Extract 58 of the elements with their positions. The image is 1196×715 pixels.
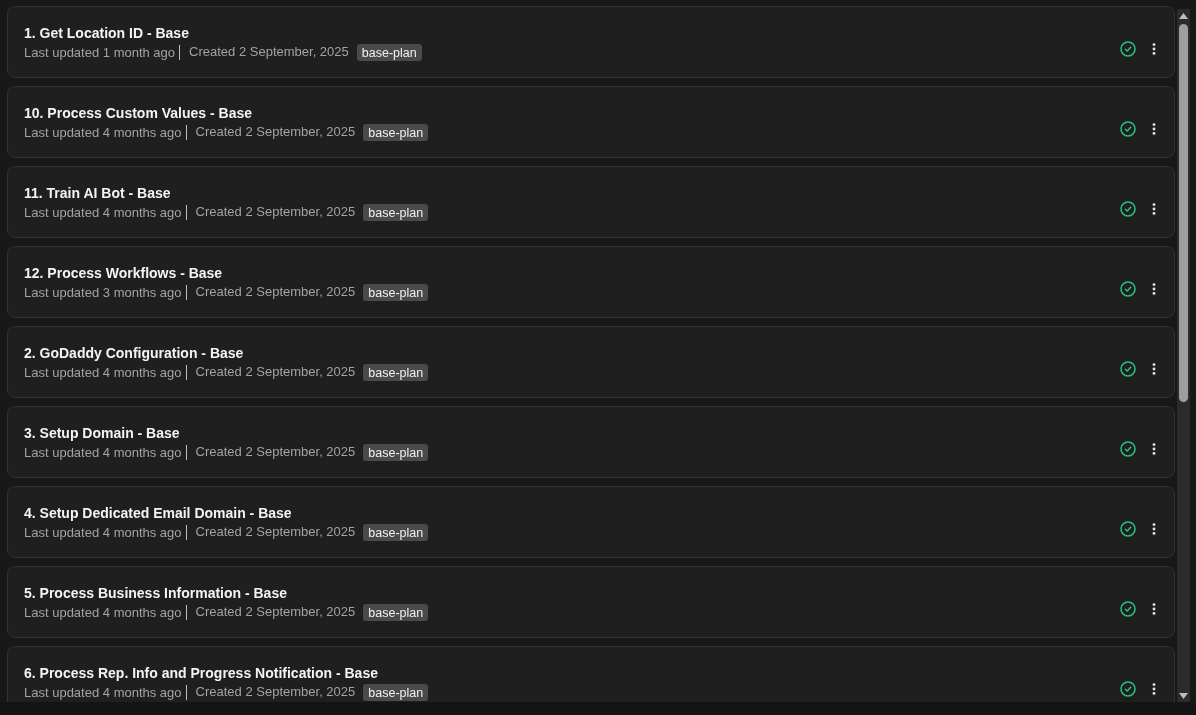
workflow-card[interactable]: 2. GoDaddy Configuration - Base Last updated 4 months ago Created 2 September, 2025 base-plan [7, 326, 1175, 398]
workflow-title: 6. Process Rep. Info and Progress Notification - Base [24, 663, 378, 682]
created-date-text: Created 2 September, 2025 [195, 684, 356, 700]
workflow-card[interactable]: 4. Setup Dedicated Email Domain - Base Last updated 4 months ago Created 2 September, 2025 base-plan [7, 486, 1175, 558]
last-updated-text: Last updated 4 months ago [24, 124, 187, 140]
tag-badge: base-plan [363, 603, 429, 621]
workflow-card[interactable]: 3. Setup Domain - Base Last updated 4 months ago Created 2 September, 2025 base-plan [7, 406, 1175, 478]
scroll-down-icon[interactable] [1179, 693, 1188, 699]
workflow-card[interactable]: 12. Process Workflows - Base Last updated 3 months ago Created 2 September, 2025 base-plan [7, 246, 1175, 318]
tag-badge: base-plan [363, 523, 429, 541]
last-updated-text: Last updated 4 months ago [24, 524, 187, 540]
last-updated-text: Last updated 4 months ago [24, 684, 187, 700]
created-date-text: Created 2 September, 2025 [195, 284, 356, 300]
last-updated-text: Last updated 1 month ago [24, 44, 181, 60]
vertical-dots-icon [1152, 363, 1156, 375]
last-updated-text: Last updated 3 months ago [24, 284, 187, 300]
workflow-title: 5. Process Business Information - Base [24, 583, 287, 602]
vertical-dots-icon [1152, 683, 1156, 695]
scrollbar-thumb[interactable] [1179, 24, 1188, 402]
vertical-dots-icon [1152, 123, 1156, 135]
created-date-text: Created 2 September, 2025 [195, 524, 356, 540]
workflow-title: 3. Setup Domain - Base [24, 423, 180, 442]
vertical-dots-icon [1152, 43, 1156, 55]
tag-badge: base-plan [363, 283, 429, 301]
tag-badge: base-plan [363, 203, 429, 221]
workflow-card[interactable]: 5. Process Business Information - Base Last updated 4 months ago Created 2 September, 2025 base-plan [7, 566, 1175, 638]
workflow-title: 11. Train AI Bot - Base [24, 183, 171, 202]
created-date-text: Created 2 September, 2025 [195, 364, 356, 380]
created-date-text: Created 2 September, 2025 [195, 444, 356, 460]
workflow-title: 2. GoDaddy Configuration - Base [24, 343, 244, 362]
scrollbar[interactable] [1177, 9, 1190, 702]
workflow-card[interactable]: 6. Process Rep. Info and Progress Notification - Base Last updated 4 months ago Created 2 September, 2025 base-plan [7, 646, 1175, 702]
vertical-dots-icon [1152, 443, 1156, 455]
last-updated-text: Last updated 4 months ago [24, 364, 187, 380]
workflow-title: 12. Process Workflows - Base [24, 263, 223, 282]
vertical-dots-icon [1152, 603, 1156, 615]
vertical-dots-icon [1152, 523, 1156, 535]
created-date-text: Created 2 September, 2025 [189, 44, 349, 60]
created-date-text: Created 2 September, 2025 [195, 124, 356, 140]
tag-badge: base-plan [363, 123, 429, 141]
workflow-title: 4. Setup Dedicated Email Domain - Base [24, 503, 292, 522]
workflow-card[interactable]: 10. Process Custom Values - Base Last updated 4 months ago Created 2 September, 2025 base-plan [7, 86, 1175, 158]
created-date-text: Created 2 September, 2025 [195, 204, 356, 220]
last-updated-text: Last updated 4 months ago [24, 444, 187, 460]
workflow-title: 1. Get Location ID - Base [24, 23, 189, 42]
workflow-card[interactable]: 1. Get Location ID - Base Last updated 1 month ago Created 2 September, 2025 base-plan [7, 6, 1175, 78]
workflow-title: 10. Process Custom Values - Base [24, 103, 252, 122]
last-updated-text: Last updated 4 months ago [24, 604, 187, 620]
vertical-dots-icon [1152, 203, 1156, 215]
tag-badge: base-plan [363, 683, 429, 701]
scroll-up-icon[interactable] [1179, 13, 1188, 19]
workflow-card[interactable]: 11. Train AI Bot - Base Last updated 4 months ago Created 2 September, 2025 base-plan [7, 166, 1175, 238]
tag-badge: base-plan [363, 363, 429, 381]
last-updated-text: Last updated 4 months ago [24, 204, 187, 220]
tag-badge: base-plan [363, 443, 429, 461]
created-date-text: Created 2 September, 2025 [195, 604, 356, 620]
vertical-dots-icon [1152, 283, 1156, 295]
tag-badge: base-plan [356, 43, 422, 61]
